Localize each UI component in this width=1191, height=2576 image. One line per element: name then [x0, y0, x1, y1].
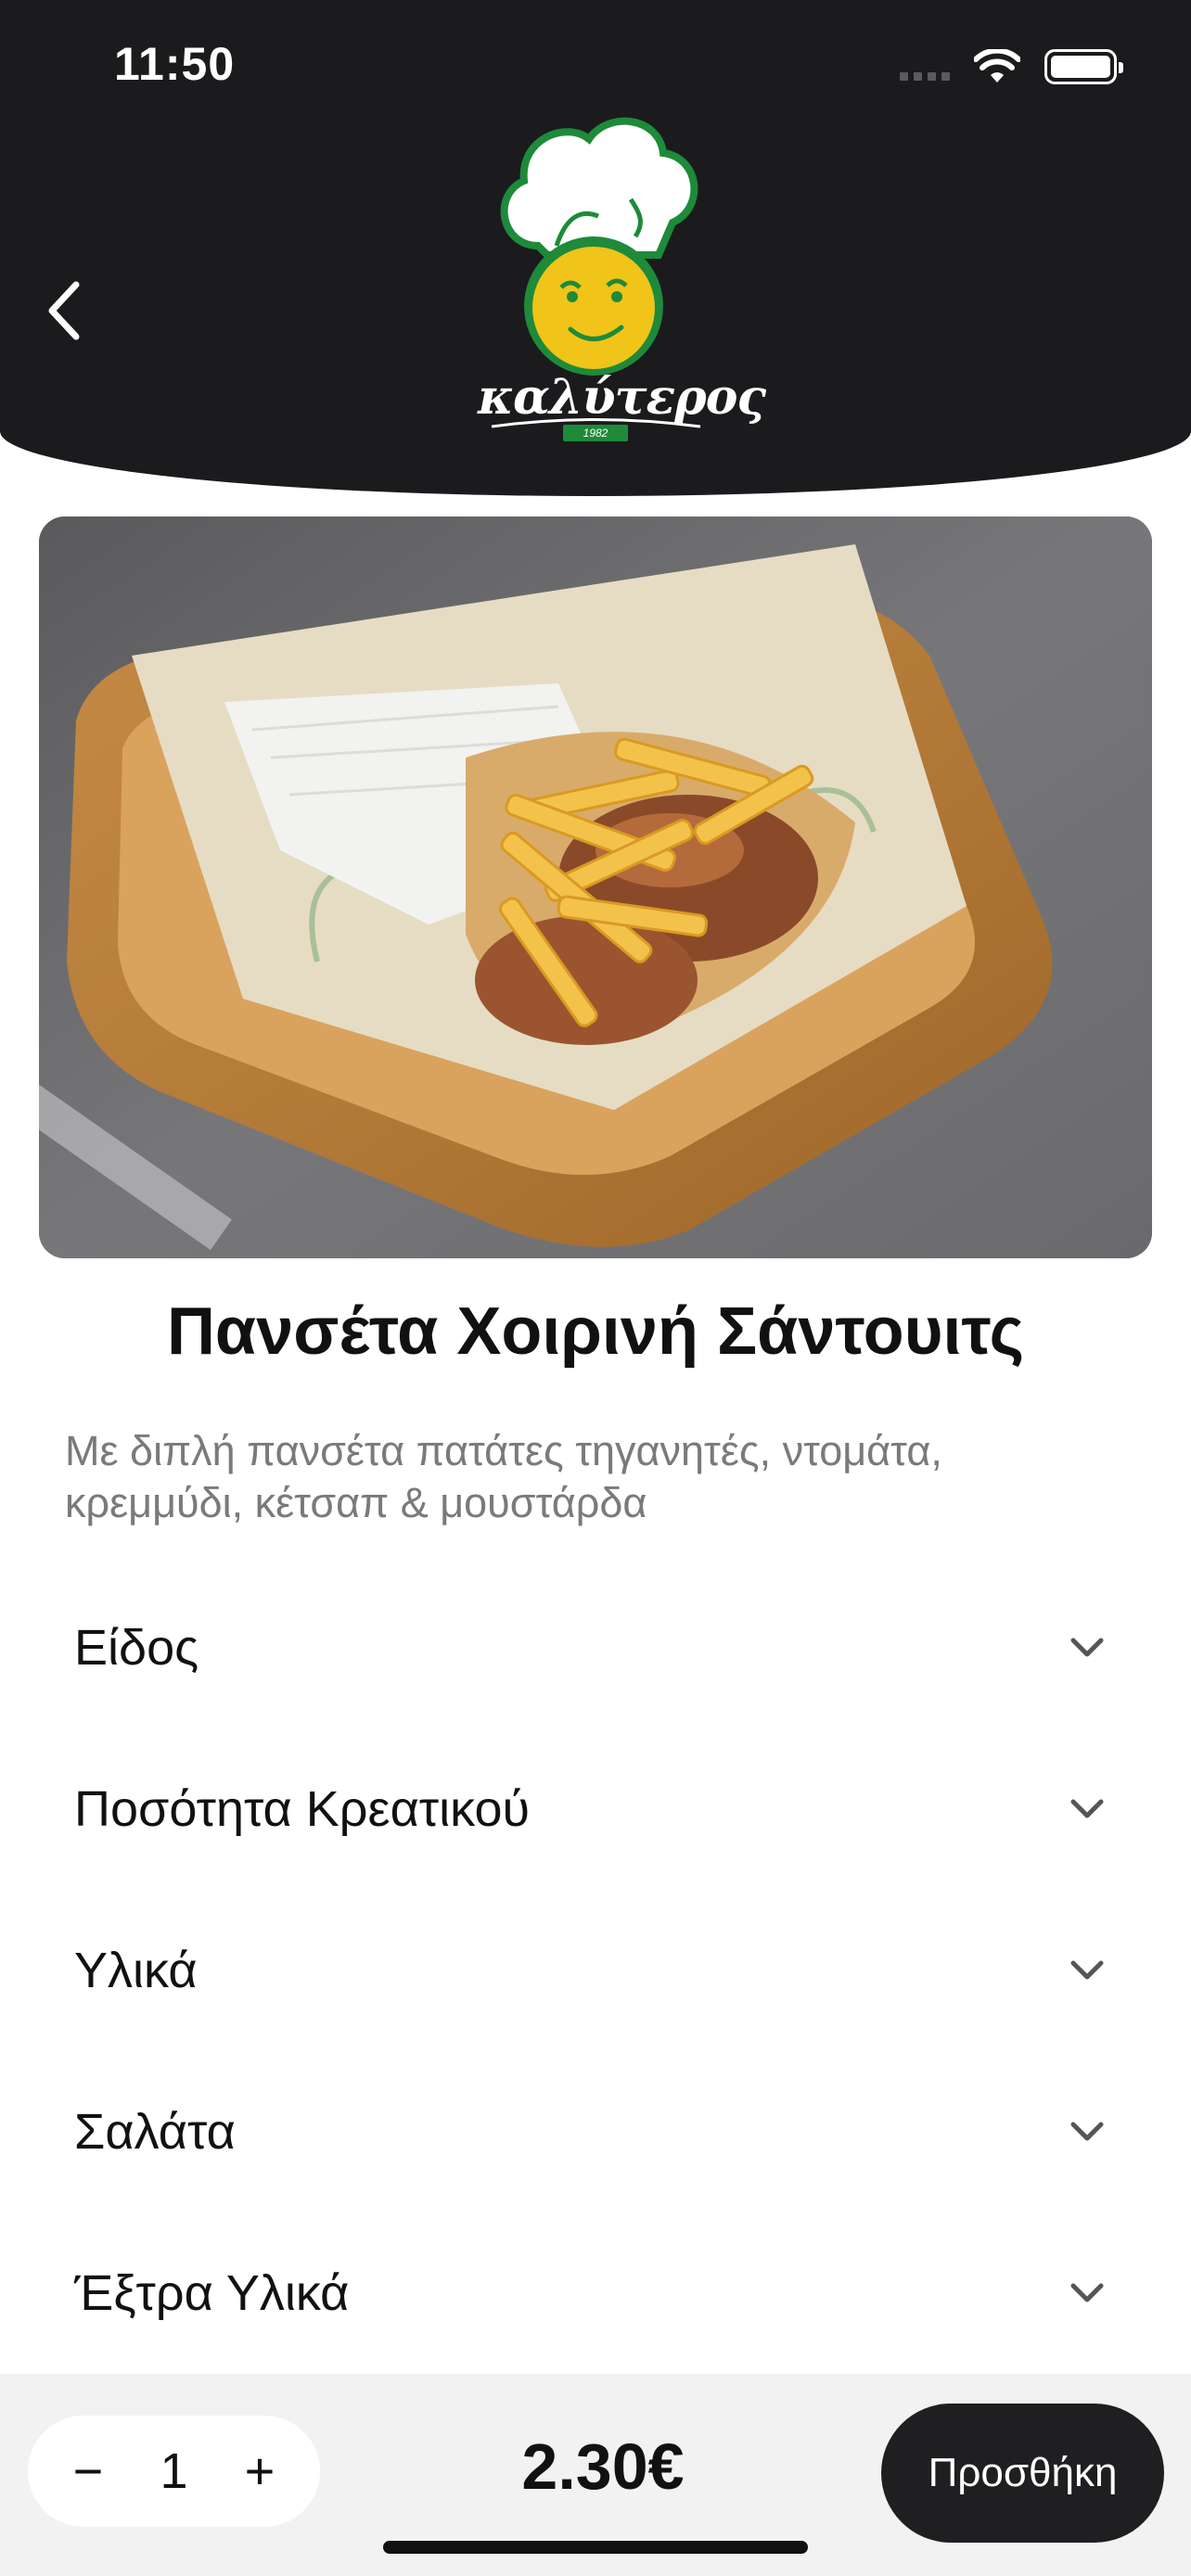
options-list: Είδος Ποσότητα Κρεατικού Υλικά Σαλάτα Έξ… — [0, 1567, 1191, 2374]
chevron-down-icon — [1070, 2283, 1104, 2302]
chevron-down-icon — [1070, 1960, 1104, 1980]
brand-name: καλύτερος — [478, 369, 766, 426]
total-price: 2.30€ — [521, 2430, 685, 2503]
option-row-meat-quantity[interactable]: Ποσότητα Κρεατικού — [0, 1728, 1191, 1890]
home-indicator — [383, 2541, 808, 2554]
status-icons — [900, 46, 1123, 87]
wifi-icon — [974, 49, 1020, 83]
chevron-down-icon — [1070, 2122, 1104, 2141]
quantity-value: 1 — [160, 2443, 188, 2499]
option-label: Υλικά — [74, 1943, 198, 1998]
increment-button[interactable]: + — [237, 2445, 283, 2497]
product-title: Πανσέτα Χοιρινή Σάντουιτς — [166, 1294, 1025, 1369]
option-row-salad[interactable]: Σαλάτα — [0, 2051, 1191, 2213]
back-button[interactable] — [35, 274, 91, 348]
chevron-down-icon — [1070, 1799, 1104, 1818]
battery-icon — [1044, 49, 1123, 84]
option-label: Είδος — [74, 1620, 199, 1676]
header: 11:50 καλύτερος 1982 — [0, 0, 1191, 496]
brand-year: 1982 — [563, 425, 628, 441]
option-label: Έξτρα Υλικά — [74, 2265, 350, 2321]
option-row-type[interactable]: Είδος — [0, 1567, 1191, 1728]
option-row-ingredients[interactable]: Υλικά — [0, 1890, 1191, 2051]
chevron-left-icon — [48, 281, 80, 340]
option-label: Ποσότητα Κρεατικού — [74, 1781, 531, 1837]
chevron-down-icon — [1070, 1638, 1104, 1657]
option-row-extras[interactable]: Έξτρα Υλικά — [0, 2213, 1191, 2374]
product-image — [39, 516, 1152, 1258]
quantity-stepper: − 1 + — [28, 2416, 320, 2527]
signal-icon — [900, 53, 950, 81]
add-to-cart-button[interactable]: Προσθήκη — [881, 2404, 1164, 2543]
status-time: 11:50 — [114, 38, 236, 90]
option-label: Σαλάτα — [74, 2104, 236, 2160]
decrement-button[interactable]: − — [65, 2445, 111, 2497]
product-description: Με διπλή πανσέτα πατάτες τηγανητές, ντομ… — [65, 1427, 942, 1526]
